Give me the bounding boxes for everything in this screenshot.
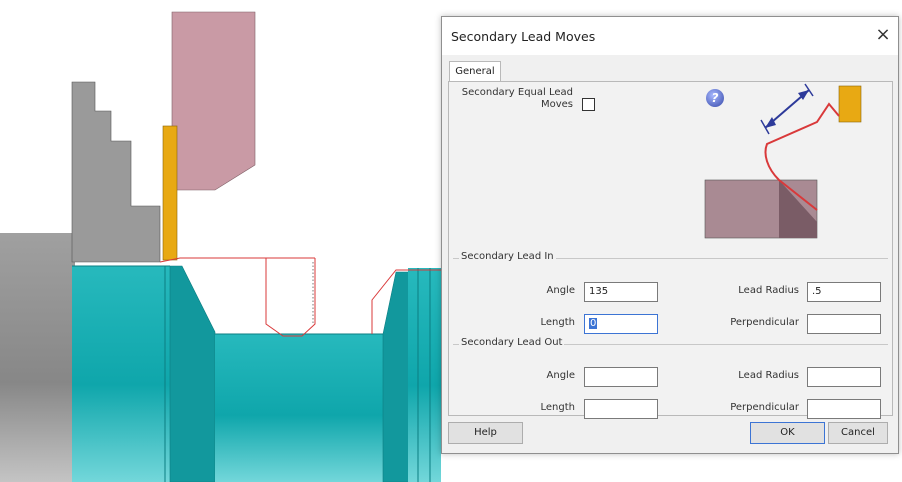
lead-in-radius-label: Lead Radius — [738, 285, 799, 296]
lead-in-angle-label: Angle — [546, 285, 575, 296]
cancel-button[interactable]: Cancel — [828, 422, 888, 444]
lead-out-angle-input[interactable] — [584, 367, 658, 387]
lead-in-group-title: Secondary Lead In — [459, 251, 556, 262]
part-groove — [215, 334, 383, 482]
equal-lead-label: Secondary Equal Lead Moves — [457, 87, 573, 111]
lead-out-perpendicular-label: Perpendicular — [730, 402, 799, 413]
help-button[interactable]: Help — [448, 422, 523, 444]
secondary-lead-moves-dialog: Secondary Lead Moves × General Secondary… — [441, 16, 899, 454]
tool-holder — [171, 11, 256, 191]
lead-in-length-value: 0 — [589, 318, 598, 329]
lead-out-group-title: Secondary Lead Out — [459, 337, 565, 348]
lead-diagram — [704, 83, 862, 239]
tab-general[interactable]: General — [449, 61, 501, 82]
ok-button[interactable]: OK — [750, 422, 825, 444]
close-button[interactable]: × — [868, 21, 898, 49]
dialog-title: Secondary Lead Moves — [451, 29, 596, 44]
lead-in-perpendicular-label: Perpendicular — [730, 317, 799, 328]
part-chamfer-right — [382, 271, 411, 482]
part-cylinder-left — [72, 266, 180, 482]
equal-lead-checkbox[interactable] — [582, 98, 595, 111]
lead-out-radius-label: Lead Radius — [738, 370, 799, 381]
stock-shaft — [0, 233, 75, 482]
lead-in-perpendicular-input[interactable] — [807, 314, 881, 334]
equal-lead-label-line1: Secondary Equal Lead — [461, 87, 573, 98]
lead-in-length-label: Length — [540, 317, 576, 328]
part-chamfer-left — [169, 265, 216, 482]
tool-insert — [162, 125, 178, 261]
part-cylinder-right — [408, 268, 441, 482]
diagram-tool — [838, 85, 862, 123]
lead-out-length-input[interactable] — [584, 399, 658, 419]
lead-out-angle-label: Angle — [546, 370, 575, 381]
lead-out-perpendicular-input[interactable] — [807, 399, 881, 419]
lead-in-length-input[interactable]: 0 — [584, 314, 658, 334]
lead-in-radius-input[interactable]: .5 — [807, 282, 881, 302]
title-bar: Secondary Lead Moves × — [442, 17, 898, 55]
equal-lead-label-line2: Moves — [540, 99, 573, 110]
fixture-body — [71, 81, 161, 263]
lead-in-angle-input[interactable]: 135 — [584, 282, 658, 302]
general-panel: Secondary Equal Lead Moves ? Secondary L… — [448, 81, 893, 419]
lead-out-radius-input[interactable] — [807, 367, 881, 387]
lead-out-length-label: Length — [540, 402, 576, 413]
